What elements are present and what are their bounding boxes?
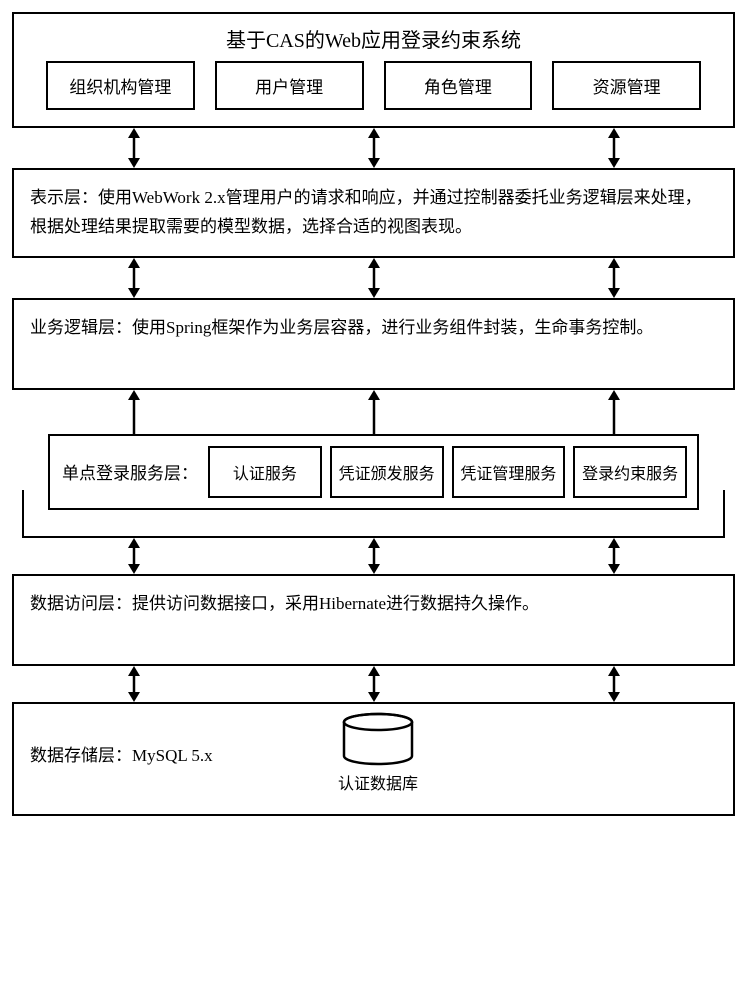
sso-ticket-manage: 凭证管理服务 [452,446,566,498]
data-access-layer-text: 数据访问层：提供访问数据接口，采用Hibernate进行数据持久操作。 [28,586,719,654]
top-system-box: 基于CAS的Web应用登录约束系统 组织机构管理 用户管理 角色管理 资源管理 [12,12,735,128]
sso-ticket-issue: 凭证颁发服务 [330,446,444,498]
module-resource: 资源管理 [552,61,701,110]
database-cylinder: 认证数据库 [338,712,418,794]
database-label: 认证数据库 [338,770,418,794]
sso-auth-service: 认证服务 [208,446,322,498]
sso-login-constraint: 登录约束服务 [573,446,687,498]
sso-label: 单点登录服务层： [60,459,200,484]
data-access-layer-box: 数据访问层：提供访问数据接口，采用Hibernate进行数据持久操作。 [12,574,735,666]
arrow-row-5 [12,666,735,702]
sso-inner-box: 单点登录服务层： 认证服务 凭证颁发服务 凭证管理服务 登录约束服务 [48,434,699,510]
data-store-layer-box: 数据存储层：MySQL 5.x 认证数据库 [12,702,735,816]
top-modules-row: 组织机构管理 用户管理 角色管理 资源管理 [46,61,701,110]
system-title: 基于CAS的Web应用登录约束系统 [28,24,719,53]
sso-layer-wrap: 单点登录服务层： 认证服务 凭证颁发服务 凭证管理服务 登录约束服务 [12,434,735,538]
connector-business-sso [12,390,735,436]
presentation-layer-box: 表示层：使用WebWork 2.x管理用户的请求和响应，并通过控制器委托业务逻辑… [12,168,735,258]
module-user: 用户管理 [215,61,364,110]
presentation-layer-text: 表示层：使用WebWork 2.x管理用户的请求和响应，并通过控制器委托业务逻辑… [28,180,719,246]
business-layer-text: 业务逻辑层：使用Spring框架作为业务层容器，进行业务组件封装，生命事务控制。 [28,310,719,378]
arrow-row-2 [12,258,735,298]
arrow-row-1 [12,128,735,168]
module-role: 角色管理 [384,61,533,110]
database-icon [339,712,417,768]
business-layer-box: 业务逻辑层：使用Spring框架作为业务层容器，进行业务组件封装，生命事务控制。 [12,298,735,390]
data-store-layer-text: 数据存储层：MySQL 5.x [28,738,215,775]
arrow-row-4 [12,538,735,574]
module-org: 组织机构管理 [46,61,195,110]
sso-outer-frame: 单点登录服务层： 认证服务 凭证颁发服务 凭证管理服务 登录约束服务 [22,490,725,538]
